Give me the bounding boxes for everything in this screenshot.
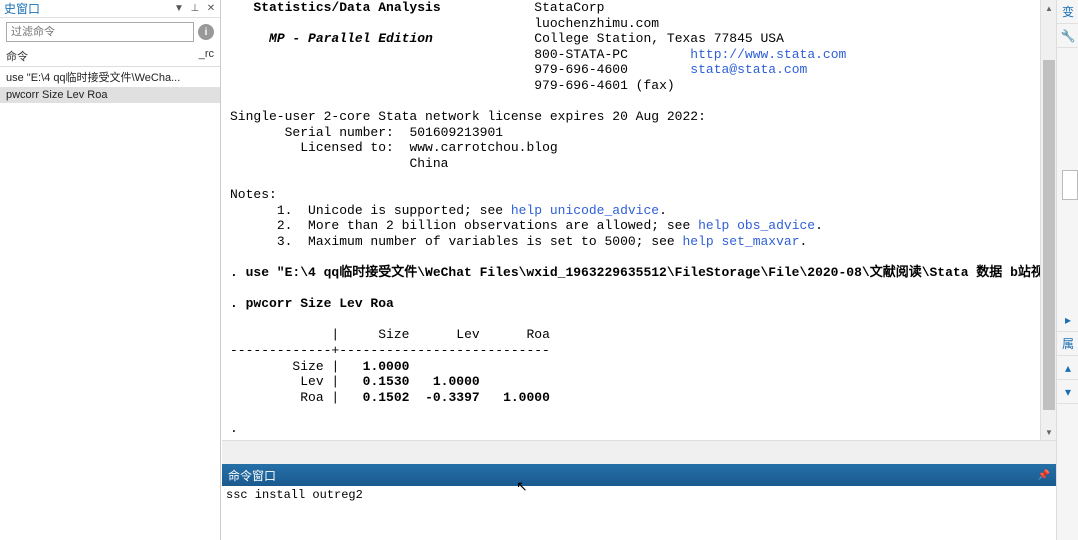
filter-row: i (0, 18, 220, 46)
results-scrollbar-v[interactable]: ▲ ▼ (1040, 0, 1056, 440)
command-header: 命令窗口 📌 (222, 464, 1056, 486)
corr-row1-label: Size (292, 359, 323, 374)
phone1-label: 800-STATA-PC (534, 47, 628, 62)
serial-value: 501609213901 (409, 125, 503, 140)
filter-input[interactable] (6, 22, 194, 42)
scroll-thumb[interactable] (1043, 60, 1055, 410)
note1-text: 1. Unicode is supported; see (277, 203, 511, 218)
pin-icon[interactable]: ⊥ (190, 4, 200, 14)
info-icon[interactable]: i (198, 24, 214, 40)
prompt-dot: . (230, 421, 238, 436)
stata-url-link[interactable]: http://www.stata.com (690, 47, 846, 62)
mini-scroll-thumb[interactable] (1062, 170, 1078, 200)
corr-r3c3: 1.0000 (503, 390, 550, 405)
corr-hdr-roa: Roa (526, 327, 549, 342)
scroll-down-icon[interactable]: ▼ (1041, 424, 1056, 440)
command-panel: 命令窗口 📌 (222, 464, 1056, 540)
command-input-area (222, 486, 1056, 540)
tab-down-icon[interactable]: ▾ (1057, 380, 1078, 404)
history-item[interactable]: pwcorr Size Lev Roa (0, 87, 220, 103)
pin-icon[interactable]: 📌 (1038, 470, 1050, 481)
close-icon[interactable]: ✕ (206, 4, 216, 14)
licensed-to-value2: China (409, 156, 448, 171)
history-header: 史窗口 ▼ ⊥ ✕ (0, 0, 220, 18)
echo-cmd1: . use "E:\4 qq临时接受文件\WeChat Files\wxid_1… (230, 265, 1056, 280)
results-hscroll[interactable] (222, 440, 1056, 464)
corr-r3c2: -0.3397 (425, 390, 480, 405)
stat-label: Statistics/Data Analysis (253, 0, 440, 15)
notes-label: Notes: (230, 187, 277, 202)
company-label: StataCorp (534, 0, 604, 15)
tab-wrench-icon[interactable]: 🔧 (1057, 24, 1078, 48)
scroll-up-icon[interactable]: ▲ (1041, 0, 1056, 16)
fax-label: 979-696-4601 (fax) (534, 78, 674, 93)
corr-r1c1: 1.0000 (363, 359, 410, 374)
corr-r3c1: 0.1502 (363, 390, 410, 405)
history-panel: 史窗口 ▼ ⊥ ✕ i 命令 _rc use "E:\4 qq临时接受文件\We… (0, 0, 221, 540)
corr-hdr-size: Size (378, 327, 409, 342)
filter-icon[interactable]: ▼ (174, 4, 184, 14)
licensed-to-label: Licensed to: (300, 140, 394, 155)
right-toolbar: 变 🔧 ▸ 属 ▴ ▾ (1056, 0, 1078, 540)
phone2-label: 979-696-4600 (534, 62, 628, 77)
corr-hdr-lev: Lev (456, 327, 479, 342)
history-item[interactable]: use "E:\4 qq临时接受文件\WeCha... (0, 67, 220, 87)
command-input[interactable] (222, 486, 1056, 504)
edition-label: MP - Parallel Edition (269, 31, 433, 46)
tab-variables[interactable]: 变 (1057, 0, 1078, 24)
corr-row3-label: Roa (300, 390, 323, 405)
license-line: Single-user 2-core Stata network license… (230, 109, 706, 124)
history-title: 史窗口 (4, 0, 174, 17)
stata-email-link[interactable]: stata@stata.com (690, 62, 807, 77)
obs-advice-link[interactable]: help obs_advice (698, 218, 815, 233)
corr-r2c2: 1.0000 (433, 374, 480, 389)
site-label: luochenzhimu.com (534, 16, 659, 31)
tab-up-icon[interactable]: ▴ (1057, 356, 1078, 380)
serial-label: Serial number: (285, 125, 394, 140)
licensed-to-value: www.carrotchou.blog (409, 140, 557, 155)
corr-row2-label: Lev (300, 374, 323, 389)
unicode-advice-link[interactable]: help unicode_advice (511, 203, 659, 218)
note3-text: 3. Maximum number of variables is set to… (277, 234, 683, 249)
history-column-header: 命令 _rc (0, 46, 220, 67)
address-label: College Station, Texas 77845 USA (534, 31, 784, 46)
command-title: 命令窗口 (228, 467, 1038, 484)
results-content: Statistics/Data Analysis StataCorp luoch… (222, 0, 1056, 420)
col-header-command: 命令 (6, 48, 186, 64)
results-panel: Statistics/Data Analysis StataCorp luoch… (222, 0, 1056, 440)
note2-text: 2. More than 2 billion observations are … (277, 218, 698, 233)
tab-properties[interactable]: 属 (1057, 332, 1078, 356)
col-header-rc: _rc (186, 48, 214, 64)
corr-r2c1: 0.1530 (363, 374, 410, 389)
set-maxvar-link[interactable]: help set_maxvar (682, 234, 799, 249)
echo-cmd2: . pwcorr Size Lev Roa (230, 296, 394, 311)
history-toolbar: ▼ ⊥ ✕ (174, 4, 216, 14)
tab-collapse-icon[interactable]: ▸ (1057, 308, 1078, 332)
